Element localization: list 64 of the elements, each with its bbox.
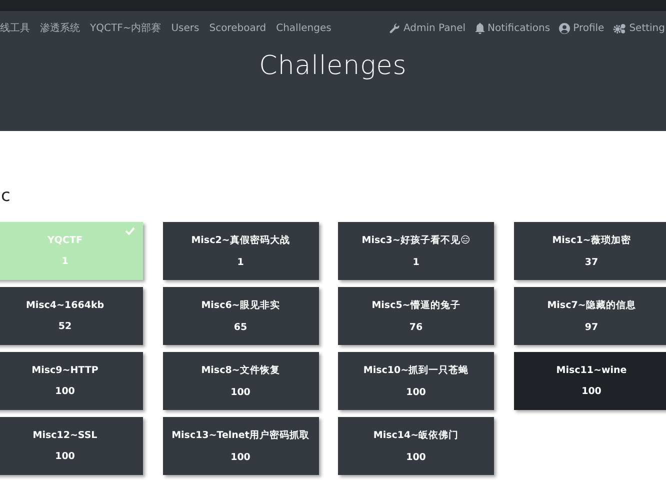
challenge-name: Misc8~文件恢复 <box>201 364 280 377</box>
challenge-points: 1 <box>62 256 68 267</box>
challenge-name: Misc9~HTTP <box>32 365 98 376</box>
category-heading: c <box>1 187 10 205</box>
challenge-points: 100 <box>55 386 75 397</box>
challenge-card[interactable]: Misc6~眼见非实 65 <box>162 287 318 345</box>
challenge-card[interactable]: Misc13~Telnet用户密码抓取 100 <box>162 417 318 475</box>
challenge-card[interactable]: Misc3~好孩子看不见😑 1 <box>338 222 494 280</box>
challenge-points: 97 <box>584 322 598 333</box>
nav-link[interactable]: Profile <box>559 22 604 34</box>
challenge-name: Misc1~薇琐加密 <box>552 234 631 247</box>
nav-link[interactable]: 渗透系统 <box>40 21 80 35</box>
nav-link[interactable]: Challenges <box>276 22 332 34</box>
challenge-card[interactable]: Misc9~HTTP 100 <box>0 352 143 410</box>
challenge-card[interactable]: Misc4~1664kb 52 <box>0 287 143 345</box>
challenge-card[interactable]: Misc7~隐藏的信息 97 <box>514 287 666 345</box>
challenge-name: YQCTF <box>48 235 82 246</box>
nav-link[interactable]: Scoreboard <box>209 22 266 34</box>
nav-link-label: Admin Panel <box>403 22 466 34</box>
nav-link[interactable]: Admin Panel <box>389 22 466 34</box>
page-title: Challenges <box>259 50 407 83</box>
challenge-points: 1 <box>237 257 244 268</box>
challenge-card[interactable]: Misc14~皈依佛门 100 <box>338 417 494 475</box>
user-icon <box>559 22 570 34</box>
nav-link-label: Setting <box>629 22 665 34</box>
challenge-name: Misc11~wine <box>556 365 627 376</box>
nav-link[interactable]: YQCTF~内部赛 <box>90 21 162 35</box>
challenge-points: 100 <box>406 387 426 398</box>
challenge-points: 100 <box>582 386 602 397</box>
bell-icon <box>474 22 484 34</box>
challenge-name: Misc14~皈依佛门 <box>373 429 459 442</box>
wrench-icon <box>389 22 400 34</box>
challenge-name: Misc6~眼见非实 <box>201 299 280 312</box>
challenge-name: Misc2~真假密码大战 <box>191 234 290 247</box>
challenge-card[interactable]: Misc1~薇琐加密 37 <box>514 222 666 280</box>
challenge-name: Misc13~Telnet用户密码抓取 <box>172 429 310 442</box>
challenge-points: 52 <box>58 321 72 332</box>
challenge-name: Misc12~SSL <box>32 430 98 441</box>
challenge-name: Misc4~1664kb <box>26 300 104 311</box>
nav-link[interactable]: 线工具 <box>0 21 30 35</box>
challenge-points: 37 <box>584 257 598 268</box>
challenge-card[interactable]: Misc2~真假密码大战 1 <box>162 222 318 280</box>
challenge-points: 65 <box>234 322 248 333</box>
challenge-name: Misc7~隐藏的信息 <box>547 299 636 312</box>
challenge-name: Misc3~好孩子看不见😑 <box>362 234 470 247</box>
nav-link[interactable]: Users <box>171 22 200 34</box>
challenge-card[interactable]: Misc12~SSL 100 <box>0 417 143 475</box>
check-icon <box>125 227 135 235</box>
challenge-points: 76 <box>409 322 423 333</box>
challenge-points: 100 <box>230 387 250 398</box>
challenge-card[interactable]: Misc10~抓到一只苍蝇 100 <box>338 352 494 410</box>
challenge-card[interactable]: Misc5~懵逼的兔子 76 <box>338 287 494 345</box>
nav-link[interactable]: Setting <box>613 22 665 34</box>
challenge-points: 100 <box>406 452 426 463</box>
nav-link-label: Notifications <box>488 22 550 34</box>
challenge-card[interactable]: Misc11~wine 100 <box>514 352 666 410</box>
challenge-name: Misc10~抓到一只苍蝇 <box>363 364 469 377</box>
challenge-points: 1 <box>412 257 420 268</box>
challenge-points: 100 <box>230 452 250 463</box>
nav-link[interactable]: Notifications <box>474 22 550 34</box>
challenge-name: Misc5~懵逼的兔子 <box>372 299 460 312</box>
challenge-points: 100 <box>55 451 75 462</box>
nav-link-label: Profile <box>573 22 604 34</box>
challenge-card[interactable]: Misc8~文件恢复 100 <box>162 352 318 410</box>
